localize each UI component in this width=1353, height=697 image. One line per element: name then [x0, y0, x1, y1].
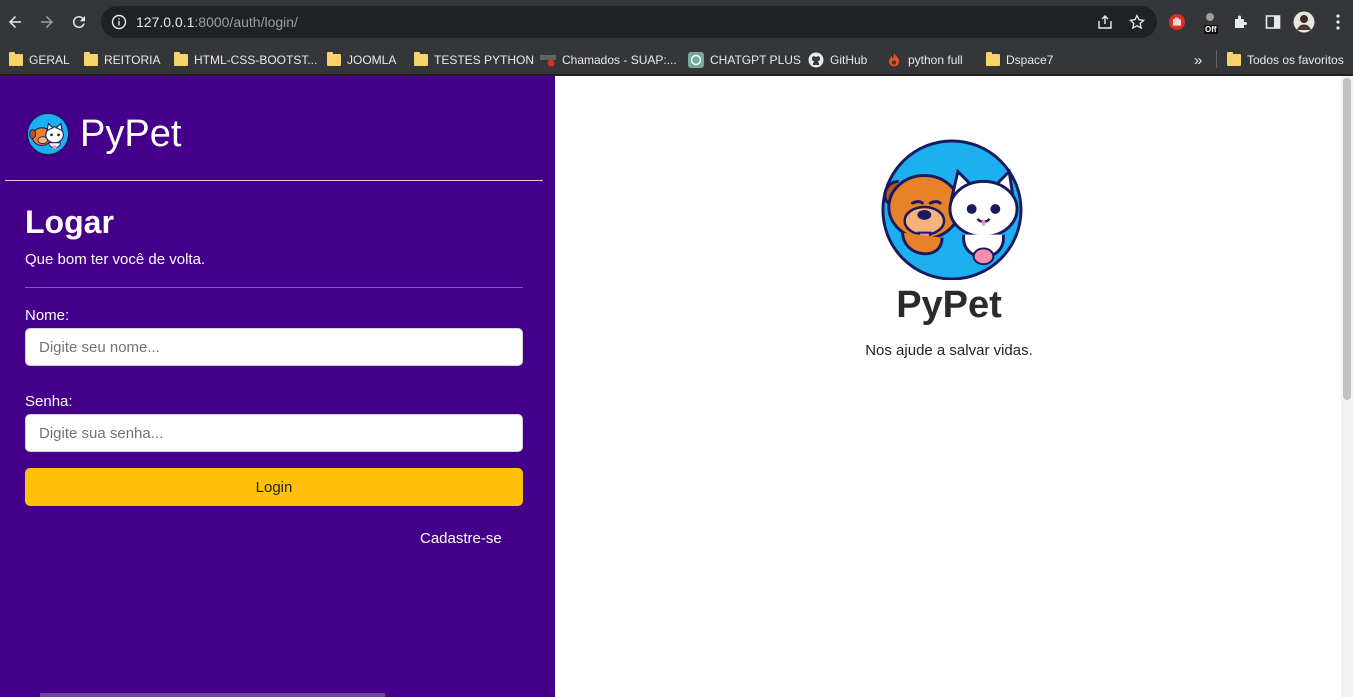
brand-name: PyPet	[80, 113, 182, 155]
bookmarks-overflow-chevron-icon[interactable]: »	[1194, 49, 1202, 71]
folder-icon	[986, 52, 1000, 66]
reload-icon[interactable]	[67, 10, 91, 34]
bookmark-github[interactable]: GitHub	[808, 49, 867, 71]
sidebar-divider	[5, 180, 543, 181]
folder-icon	[327, 52, 341, 66]
password-label: Senha:	[25, 393, 73, 410]
login-subtitle: Que bom ter você de volta.	[25, 251, 206, 268]
sidebar-brand[interactable]: PyPet	[26, 112, 181, 156]
side-panel-icon[interactable]	[1262, 11, 1284, 33]
horizontal-scrollbar[interactable]	[40, 693, 385, 697]
suap-icon	[540, 55, 556, 67]
address-bar[interactable]: 127.0.0.1:8000/auth/login/	[101, 6, 1157, 38]
bookmarks-divider	[1216, 50, 1217, 68]
bookmark-chatgpt-plus[interactable]: CHATGPT PLUS	[688, 49, 801, 71]
bookmark-testes-python[interactable]: TESTES PYTHON	[414, 49, 534, 71]
hotmart-icon	[889, 53, 899, 67]
bookmark-star-icon[interactable]	[1129, 14, 1145, 30]
adblock-extension-icon[interactable]	[1166, 11, 1188, 33]
all-bookmarks-folder[interactable]: Todos os favoritos	[1227, 49, 1344, 71]
bookmark-html-css-bootstrap[interactable]: HTML-CSS-BOOTST...	[174, 49, 317, 71]
extensions-puzzle-icon[interactable]	[1230, 11, 1252, 33]
hero-subtitle: Nos ajude a salvar vidas.	[865, 342, 1033, 359]
menu-kebab-icon[interactable]	[1327, 11, 1349, 33]
folder-icon	[84, 52, 98, 66]
folder-icon	[9, 52, 23, 66]
site-info-icon[interactable]	[111, 14, 127, 30]
share-icon[interactable]	[1097, 14, 1113, 30]
register-link[interactable]: Cadastre-se	[420, 530, 502, 547]
hero-title: PyPet	[896, 284, 1002, 326]
pets-hero-illustration	[881, 139, 1023, 280]
profile-avatar[interactable]	[1293, 11, 1315, 33]
github-icon	[808, 52, 824, 68]
pets-logo-icon	[26, 112, 70, 156]
password-input[interactable]	[25, 414, 523, 452]
bookmark-joomla[interactable]: JOOMLA	[327, 49, 396, 71]
bookmark-chamados-suap[interactable]: Chamados - SUAP:...	[540, 49, 677, 71]
folder-icon	[174, 52, 188, 66]
extension-off-icon[interactable]: Off	[1200, 11, 1222, 34]
back-arrow-icon[interactable]	[3, 10, 27, 34]
extension-badge: Off	[1204, 25, 1218, 34]
bookmark-python-full[interactable]: python full	[886, 49, 963, 71]
page-viewport: PyPet Logar Que bom ter você de volta. N…	[0, 76, 1353, 697]
login-heading: Logar	[25, 204, 114, 240]
login-sidebar: PyPet Logar Que bom ter você de volta. N…	[0, 76, 555, 697]
bookmark-dspace7[interactable]: Dspace7	[986, 49, 1053, 71]
forward-arrow-icon[interactable]	[35, 10, 59, 34]
browser-toolbar: 127.0.0.1:8000/auth/login/ Off	[0, 0, 1353, 44]
vertical-scrollbar[interactable]	[1341, 76, 1353, 697]
folder-icon	[414, 52, 428, 66]
scrollbar-thumb[interactable]	[1343, 78, 1351, 400]
chatgpt-icon	[688, 52, 704, 68]
login-button[interactable]: Login	[25, 468, 523, 506]
url-text[interactable]: 127.0.0.1:8000/auth/login/	[136, 14, 298, 30]
bookmark-reitoria[interactable]: REITORIA	[84, 49, 160, 71]
bookmark-geral[interactable]: GERAL	[9, 49, 70, 71]
folder-icon	[1227, 52, 1241, 66]
bookmarks-bar: GERAL REITORIA HTML-CSS-BOOTST... JOOMLA…	[0, 44, 1353, 75]
